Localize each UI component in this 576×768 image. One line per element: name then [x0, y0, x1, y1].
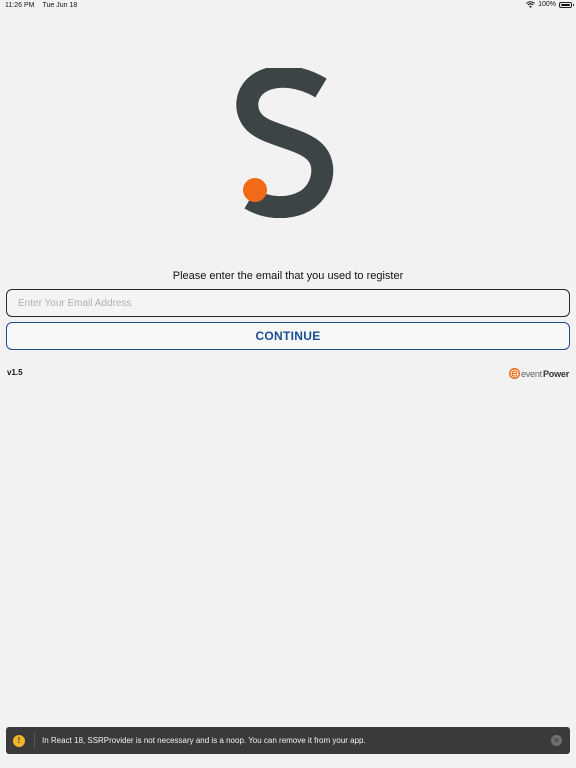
eventpower-logo-icon: [508, 368, 520, 379]
status-date: Tue Jun 18: [42, 2, 78, 9]
status-right: 100%: [526, 1, 574, 8]
eventpower-brand: event Power: [508, 368, 569, 379]
status-time: 11:26 PM: [5, 2, 35, 9]
continue-button[interactable]: CONTINUE: [6, 322, 570, 350]
brand-event-text: event: [520, 368, 542, 379]
battery-percent: 100%: [538, 1, 556, 8]
close-icon[interactable]: ✕: [551, 735, 562, 746]
battery-fill: [561, 3, 570, 6]
wifi-icon: [526, 1, 536, 8]
react-warning-toast[interactable]: ! In React 18, SSRProvider is not necess…: [6, 727, 570, 754]
warning-message: In React 18, SSRProvider is not necessar…: [42, 736, 366, 745]
email-prompt: Please enter the email that you used to …: [172, 270, 404, 282]
email-input[interactable]: [6, 289, 570, 317]
s-logo-icon: [236, 68, 334, 218]
warning-icon: !: [13, 734, 25, 747]
warning-divider: [34, 732, 35, 749]
status-bar: 11:26 PM Tue Jun 18 100%: [0, 0, 576, 12]
battery-icon: [559, 1, 574, 8]
brand-power-text: Power: [542, 368, 569, 379]
version-label: v1.5: [7, 368, 23, 377]
logo-dot: [243, 178, 267, 202]
status-left: 11:26 PM Tue Jun 18: [5, 2, 77, 9]
login-screen: 11:26 PM Tue Jun 18 100% Please enter th…: [0, 0, 576, 768]
